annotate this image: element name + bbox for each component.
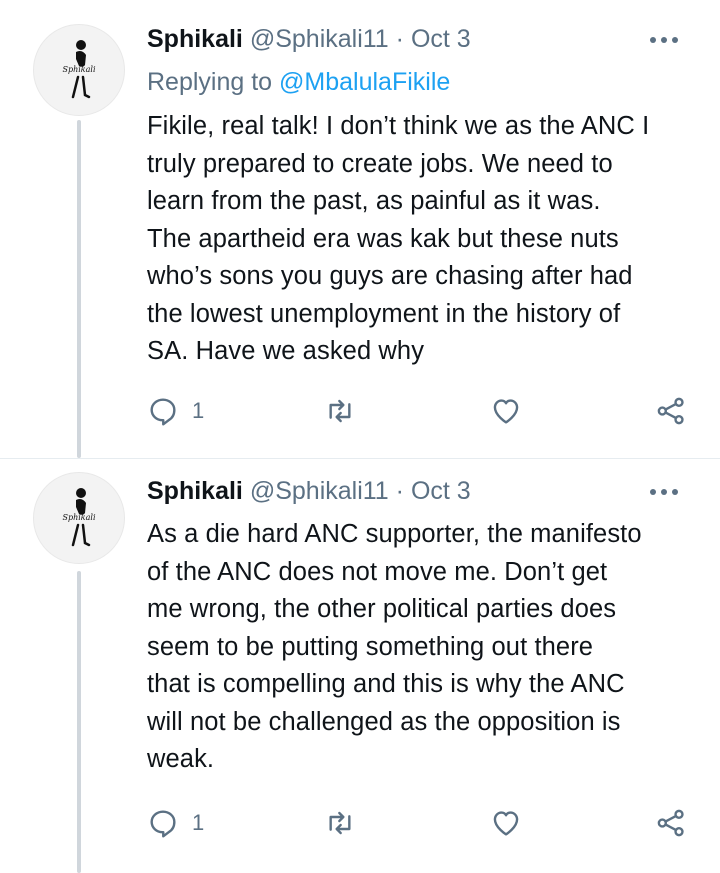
reply-count: 1 — [192, 810, 205, 835]
display-name[interactable]: Sphikali — [147, 25, 243, 53]
replying-to-link[interactable]: @MbalulaFikile — [279, 68, 450, 96]
tweet-1[interactable]: Sphikali Sphikali @Sphikali11 · Oct 3 Re… — [0, 0, 720, 458]
tweet-date[interactable]: Oct 3 — [411, 25, 471, 53]
user-handle[interactable]: @Sphikali11 — [250, 477, 389, 505]
avatar-figure-icon: Sphikali — [62, 488, 96, 547]
retweet-icon — [329, 399, 351, 423]
svg-text:Sphikali: Sphikali — [62, 65, 95, 74]
more-options-icon[interactable] — [650, 486, 686, 498]
thread-connector-line — [77, 571, 81, 873]
header-separator: · — [395, 25, 404, 53]
like-button[interactable] — [490, 807, 522, 839]
tweet-date[interactable]: Oct 3 — [411, 477, 471, 505]
share-button[interactable] — [655, 395, 687, 427]
more-options-icon[interactable] — [650, 34, 686, 46]
reply-count: 1 — [192, 398, 205, 423]
heart-icon — [493, 399, 519, 424]
reply-icon — [150, 810, 176, 838]
tweet-header: Sphikali @Sphikali11 · Oct 3 — [147, 476, 471, 506]
tweet-text: As a die hard ANC supporter, the manifes… — [147, 520, 642, 773]
reply-icon — [150, 398, 176, 426]
tweet-header: Sphikali @Sphikali11 · Oct 3 — [147, 24, 471, 54]
reply-button[interactable]: 1 — [147, 807, 204, 839]
reply-button[interactable]: 1 — [147, 395, 204, 427]
replying-to: Replying to @MbalulaFikile — [147, 67, 450, 97]
header-separator: · — [395, 477, 404, 505]
user-handle[interactable]: @Sphikali11 — [250, 25, 389, 53]
svg-text:Sphikali: Sphikali — [62, 513, 95, 522]
retweet-button[interactable] — [324, 395, 356, 427]
share-icon — [657, 397, 684, 425]
retweet-icon — [329, 811, 351, 835]
avatar-figure-icon: Sphikali — [62, 40, 96, 99]
thread-connector-line — [77, 120, 81, 458]
avatar[interactable]: Sphikali — [33, 24, 125, 116]
share-button[interactable] — [655, 807, 687, 839]
tweet-text: Fikile, real talk! I don’t think we as t… — [147, 112, 650, 365]
tweet-2[interactable]: Sphikali Sphikali @Sphikali11 · Oct 3 As… — [0, 459, 720, 873]
share-icon — [657, 809, 684, 837]
avatar[interactable]: Sphikali — [33, 472, 125, 564]
replying-to-prefix: Replying to — [147, 68, 273, 96]
heart-icon — [493, 811, 519, 836]
display-name[interactable]: Sphikali — [147, 477, 243, 505]
retweet-button[interactable] — [324, 807, 356, 839]
like-button[interactable] — [490, 395, 522, 427]
